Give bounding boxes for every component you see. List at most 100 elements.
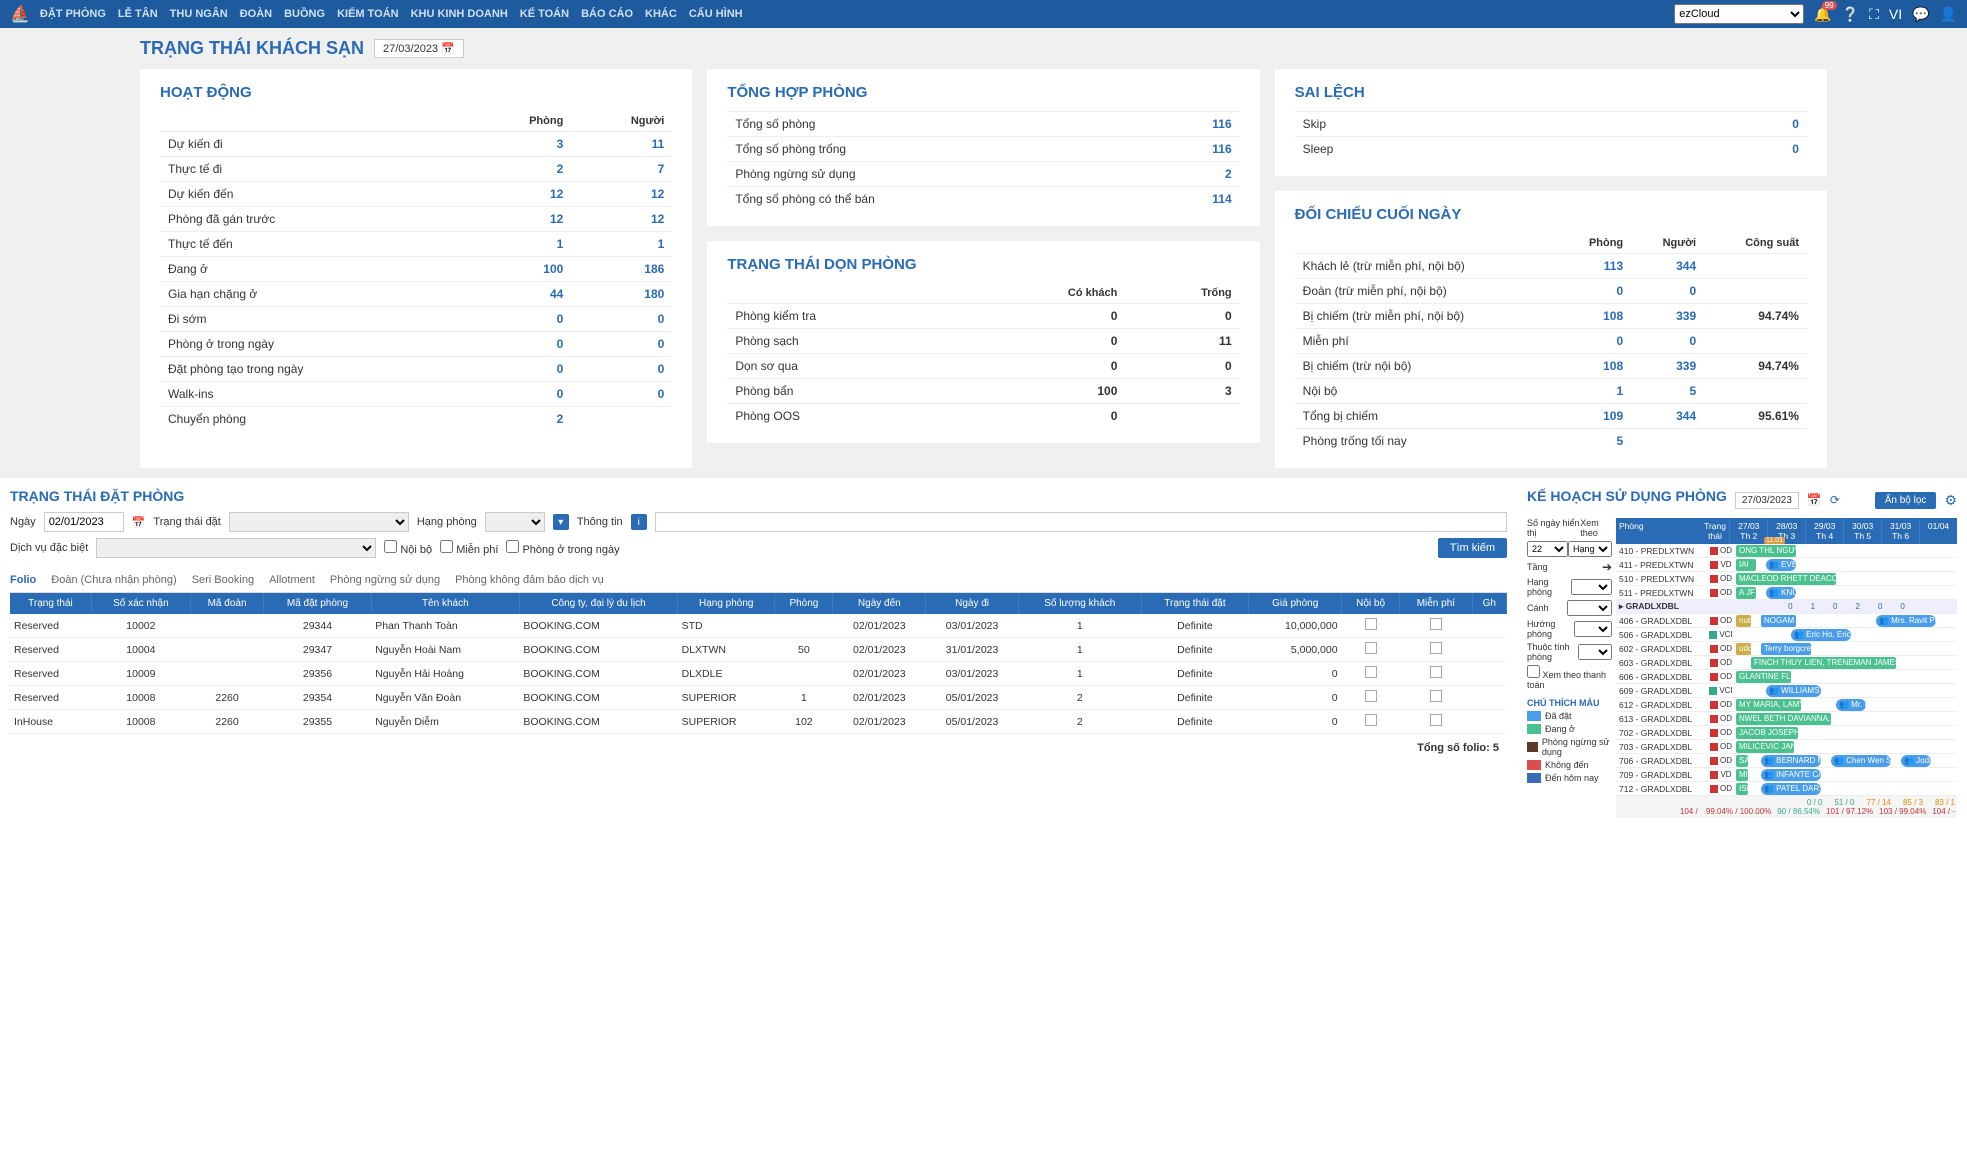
room-row[interactable]: 511 - PREDLXTWNODA JF👥 KNU [1616, 586, 1957, 600]
room-row[interactable]: 703 - GRADLXDBLODMILICEVIC JANA [1616, 740, 1957, 754]
user-icon[interactable]: 👤 [1940, 6, 1957, 23]
chk-free-cell[interactable] [1430, 642, 1442, 654]
room-row[interactable]: 506 - GRADLXDBLVCI👥 Eric Ho, Eric Ho [1616, 628, 1957, 642]
fullscreen-icon[interactable]: ⛶ [1869, 6, 1879, 23]
tab-1[interactable]: Đoàn (Chưa nhận phòng) [51, 574, 176, 586]
nav-item[interactable]: KIỂM TOÁN [337, 8, 399, 20]
booking-bar[interactable]: JACOB JOSEPH [1736, 727, 1798, 739]
booking-bar[interactable]: NWEL BETH DAVIANNA, BIAI [1736, 713, 1831, 725]
booking-bar[interactable]: 👥 Eric Ho, Eric Ho [1791, 629, 1851, 641]
nav-item[interactable]: ĐẶT PHÒNG [40, 8, 106, 20]
booking-bar[interactable]: MI [1736, 769, 1748, 781]
nav-item[interactable]: LỄ TÂN [118, 8, 158, 20]
booking-bar[interactable]: 👥 PATEL DARSHA [1761, 783, 1821, 795]
nav-item[interactable]: BÁO CÁO [581, 8, 633, 20]
booking-bar[interactable]: 👥 Mrs. Ravit Prinz, [1876, 615, 1936, 627]
plan-date-picker[interactable]: 27/03/2023 [1735, 492, 1799, 509]
room-group-row[interactable]: ▸ GRADLXDBL010200 [1616, 600, 1957, 614]
chk-free-cell[interactable] [1430, 666, 1442, 678]
room-row[interactable]: 510 - PREDLXTWNODMACLEOD RHETT DEACON, I [1616, 572, 1957, 586]
booking-bar[interactable]: 👥 KNU [1766, 587, 1796, 599]
filter-status-select[interactable] [229, 512, 409, 532]
booking-bar[interactable]: udoff [1736, 643, 1751, 655]
booking-bar[interactable]: IAI [1736, 559, 1756, 571]
days-select[interactable]: 22 [1527, 541, 1568, 557]
plan-roomtype-select[interactable] [1571, 579, 1612, 595]
table-row[interactable]: Reserved1000229344Phan Thanh ToànBOOKING… [10, 614, 1507, 638]
toggle-filter-button[interactable]: Ẩn bộ lọc [1875, 492, 1937, 509]
room-row[interactable]: 609 - GRADLXDBLVCI👥 WILLIAMS JOAN [1616, 684, 1957, 698]
booking-bar[interactable]: GLANTINE FLEUI [1736, 671, 1791, 683]
chk-internal-cell[interactable] [1365, 618, 1377, 630]
booking-bar[interactable]: MACLEOD RHETT DEACON, I [1736, 573, 1836, 585]
chk-payment[interactable] [1527, 665, 1540, 678]
tab-5[interactable]: Phòng không đảm bảo dịch vụ [455, 574, 604, 586]
nav-item[interactable]: CẤU HÌNH [689, 8, 743, 20]
plan-direction-select[interactable] [1574, 621, 1612, 637]
room-row[interactable]: 606 - GRADLXDBLODGLANTINE FLEUI [1616, 670, 1957, 684]
table-row[interactable]: Reserved1000929356Nguyễn Hải HoàngBOOKIN… [10, 662, 1507, 686]
chk-free-cell[interactable] [1430, 690, 1442, 702]
chk-internal[interactable] [384, 540, 397, 553]
room-row[interactable]: 612 - GRADLXDBLODMY MARIA, LAMY👥 Mr. ( [1616, 698, 1957, 712]
chk-free-cell[interactable] [1430, 618, 1442, 630]
filter-date-input[interactable] [44, 512, 124, 532]
booking-bar[interactable]: 👥 Mr. ( [1836, 699, 1866, 711]
nav-item[interactable]: KẾ TOÁN [520, 8, 569, 20]
chk-dayuse[interactable] [506, 540, 519, 553]
booking-bar[interactable]: MILICEVIC JANA [1736, 741, 1794, 753]
tab-2[interactable]: Seri Booking [192, 574, 254, 586]
booking-bar[interactable]: 👥 Jodi [1901, 755, 1931, 767]
booking-bar[interactable]: A JF [1736, 587, 1756, 599]
chk-internal-cell[interactable] [1365, 666, 1377, 678]
info-icon[interactable]: i [631, 514, 647, 530]
table-row[interactable]: InHouse10008226029355Nguyễn DiễmBOOKING.… [10, 710, 1507, 734]
calendar-icon[interactable]: 📅 [132, 516, 146, 529]
tab-3[interactable]: Allotment [269, 574, 315, 586]
room-row[interactable]: 702 - GRADLXDBLODJACOB JOSEPH [1616, 726, 1957, 740]
filter-special-select[interactable] [96, 538, 376, 558]
nav-item[interactable]: KHU KINH DOANH [411, 8, 508, 20]
room-row[interactable]: 603 - GRADLXDBLODFINCH THUY LIEN, TRENEM… [1616, 656, 1957, 670]
room-row[interactable]: 613 - GRADLXDBLODNWEL BETH DAVIANNA, BIA… [1616, 712, 1957, 726]
roomtype-info-icon[interactable]: ▾ [553, 514, 569, 530]
tab-4[interactable]: Phòng ngừng sử dụng [330, 574, 440, 586]
booking-bar[interactable]: 👥 EVEI [1766, 559, 1796, 571]
nav-item[interactable]: ĐOÀN [240, 8, 272, 20]
chk-internal-cell[interactable] [1365, 690, 1377, 702]
room-row[interactable]: 712 - GRADLXDBLODISI👥 PATEL DARSHA [1616, 782, 1957, 796]
booking-bar[interactable]: NOGAM [1761, 615, 1796, 627]
chat-icon[interactable]: 💬 [1912, 6, 1929, 23]
search-button[interactable]: Tìm kiếm [1438, 538, 1507, 558]
booking-bar[interactable]: 👥 Chen Wen Shing, [1831, 755, 1891, 767]
arrow-icon[interactable]: ➔ [1602, 560, 1612, 574]
calendar-icon[interactable]: 📅 [1807, 493, 1822, 507]
nav-item[interactable]: THU NGÂN [170, 8, 228, 20]
help-icon[interactable]: ❔ [1842, 6, 1859, 23]
plan-wing-select[interactable] [1567, 600, 1612, 616]
booking-bar[interactable]: SA [1736, 755, 1748, 767]
booking-bar[interactable]: 👥 WILLIAMS JOAN [1766, 685, 1821, 697]
booking-bar[interactable]: ISI [1736, 783, 1748, 795]
booking-bar[interactable]: ONG THL NGUY [1736, 545, 1796, 557]
room-row[interactable]: 709 - GRADLXDBLVDMI👥 INFANTE CATHE [1616, 768, 1957, 782]
booking-bar[interactable]: nutty [1736, 615, 1751, 627]
booking-bar[interactable]: FINCH THUY LIEN, TRENEMAN JAMES DANIEL [1751, 657, 1896, 669]
nav-item[interactable]: KHÁC [645, 8, 677, 20]
hotel-select[interactable]: ezCloud [1674, 4, 1804, 24]
room-row[interactable]: 602 - GRADLXDBLODudoffTerry borgcrest [1616, 642, 1957, 656]
filter-roomtype-select[interactable] [485, 512, 545, 532]
table-row[interactable]: Reserved10008226029354Nguyễn Văn ĐoànBOO… [10, 686, 1507, 710]
booking-bar[interactable]: MY MARIA, LAMY [1736, 699, 1801, 711]
chk-internal-cell[interactable] [1365, 714, 1377, 726]
date-picker[interactable]: 27/03/2023 📅 [374, 39, 464, 58]
room-row[interactable]: 406 - GRADLXDBLODnuttyNOGAM👥 Mrs. Ravit … [1616, 614, 1957, 628]
booking-bar[interactable]: Terry borgcrest [1761, 643, 1811, 655]
view-select[interactable]: Hạng [1568, 541, 1612, 557]
settings-icon[interactable]: ⚙ [1944, 492, 1957, 509]
language-toggle[interactable]: VI [1889, 6, 1902, 22]
room-row[interactable]: 410 - PREDLXTWNOD11.01ONG THL NGUY [1616, 544, 1957, 558]
room-row[interactable]: 411 - PREDLXTWNVDIAI👥 EVEI [1616, 558, 1957, 572]
plan-feature-select[interactable] [1578, 644, 1612, 660]
booking-bar[interactable]: 👥 BERNARD MARY [1761, 755, 1821, 767]
